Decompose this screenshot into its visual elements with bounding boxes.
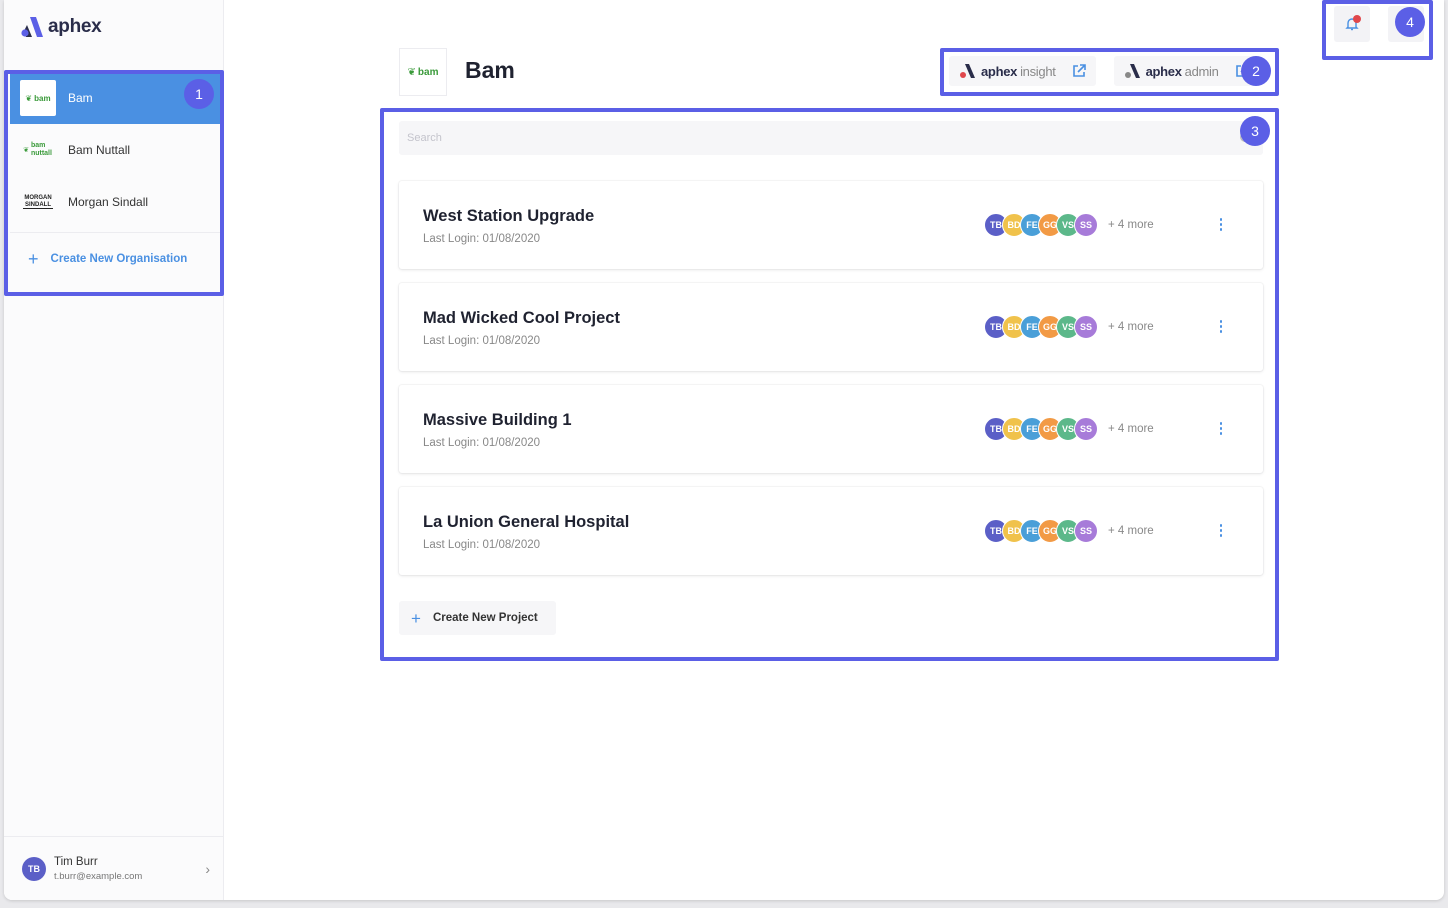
notification-dot — [1353, 15, 1361, 23]
leaf-icon: ❦ — [407, 66, 416, 78]
more-members-count: + 4 more — [1108, 321, 1154, 333]
avatar: SS — [1074, 213, 1098, 237]
project-card[interactable]: West Station Upgrade Last Login: 01/08/2… — [399, 181, 1263, 269]
brand-logo[interactable]: aphex — [21, 15, 102, 39]
project-card[interactable]: Mad Wicked Cool Project Last Login: 01/0… — [399, 283, 1263, 371]
sidebar: aphex ❦ bam Bam ❦ bam nuttall Bam Nuttal… — [4, 0, 224, 900]
plus-icon: + — [411, 608, 421, 628]
chevron-right-icon: › — [205, 861, 210, 877]
avatar: SS — [1074, 417, 1098, 441]
org-logo-morgan-sindall: MORGAN SINDALL — [23, 194, 53, 210]
plus-icon: + — [28, 249, 39, 269]
team-avatars[interactable]: TB BD FE GG VS SS + 4 more — [984, 519, 1154, 543]
org-item-bam-nuttall[interactable]: ❦ bam nuttall Bam Nuttall — [10, 124, 222, 176]
org-item-morgan-sindall[interactable]: MORGAN SINDALL Morgan Sindall — [10, 176, 222, 228]
team-avatars[interactable]: TB BD FE GG VS SS + 4 more — [984, 315, 1154, 339]
project-card[interactable]: Massive Building 1 Last Login: 01/08/202… — [399, 385, 1263, 473]
project-name: Mad Wicked Cool Project — [423, 309, 620, 327]
org-header-logo: ❦ bam — [399, 48, 447, 96]
avatar: TB — [22, 856, 46, 881]
project-list: West Station Upgrade Last Login: 01/08/2… — [399, 181, 1263, 589]
avatar: SS — [1074, 315, 1098, 339]
org-logo-bam-nuttall: ❦ bam nuttall — [23, 142, 52, 157]
more-members-count: + 4 more — [1108, 219, 1154, 231]
project-name: La Union General Hospital — [423, 513, 630, 531]
aphex-insight-logo-icon — [960, 64, 975, 78]
external-link-icon — [1072, 64, 1086, 77]
project-last-login: Last Login: 01/08/2020 — [423, 335, 541, 347]
aphex-logo-icon — [21, 17, 43, 37]
leaf-icon: ❦ — [23, 147, 29, 154]
create-organisation-button[interactable]: + Create New Organisation — [10, 233, 222, 285]
search-input[interactable] — [399, 121, 1263, 155]
user-email: t.burr@example.com — [54, 870, 143, 882]
more-options-icon[interactable] — [1215, 215, 1227, 235]
annotation-badge-2: 2 — [1241, 56, 1271, 86]
more-options-icon[interactable] — [1215, 317, 1227, 337]
annotation-badge-1: 1 — [184, 79, 214, 109]
notifications-button[interactable] — [1334, 6, 1370, 42]
org-label: Bam — [68, 91, 93, 105]
project-last-login: Last Login: 01/08/2020 — [423, 233, 541, 245]
user-name: Tim Burr — [54, 855, 98, 868]
aphex-admin-link[interactable]: aphex admin — [1113, 56, 1259, 86]
project-last-login: Last Login: 01/08/2020 — [423, 437, 541, 449]
org-logo-bam: ❦ bam — [20, 80, 56, 116]
user-profile-button[interactable]: TB Tim Burr t.burr@example.com › — [4, 836, 224, 900]
app-links: aphex insight aphex admin — [949, 56, 1259, 86]
aphex-insight-link[interactable]: aphex insight — [949, 56, 1096, 86]
project-last-login: Last Login: 01/08/2020 — [423, 539, 541, 551]
annotation-badge-4: 4 — [1395, 7, 1425, 37]
app-window: aphex ❦ bam Bam ❦ bam nuttall Bam Nuttal… — [4, 0, 1444, 900]
team-avatars[interactable]: TB BD FE GG VS SS + 4 more — [984, 213, 1154, 237]
page-title: Bam — [465, 57, 515, 83]
project-card[interactable]: La Union General Hospital Last Login: 01… — [399, 487, 1263, 575]
brand-name: aphex — [48, 16, 102, 37]
user-info: Tim Burr t.burr@example.com — [54, 856, 142, 882]
org-label: Bam Nuttall — [68, 143, 131, 157]
org-label: Morgan Sindall — [68, 195, 149, 209]
aphex-admin-logo-icon — [1124, 64, 1140, 78]
more-members-count: + 4 more — [1108, 423, 1154, 435]
project-name: West Station Upgrade — [423, 207, 595, 225]
more-members-count: + 4 more — [1108, 525, 1154, 537]
avatar: SS — [1074, 519, 1098, 543]
create-project-button[interactable]: + Create New Project — [399, 601, 556, 635]
more-options-icon[interactable] — [1215, 419, 1227, 439]
project-name: Massive Building 1 — [423, 411, 572, 429]
team-avatars[interactable]: TB BD FE GG VS SS + 4 more — [984, 417, 1154, 441]
annotation-badge-3: 3 — [1240, 116, 1270, 146]
leaf-icon: ❦ — [25, 93, 33, 103]
more-options-icon[interactable] — [1215, 521, 1227, 541]
project-search — [399, 121, 1263, 155]
